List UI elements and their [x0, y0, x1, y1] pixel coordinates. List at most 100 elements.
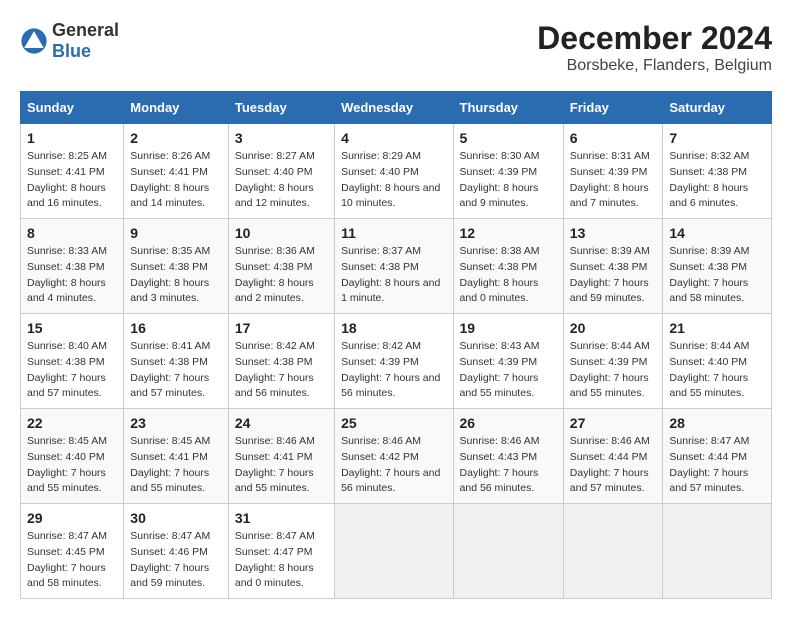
calendar-cell: 5 Sunrise: 8:30 AMSunset: 4:39 PMDayligh… — [453, 124, 563, 219]
calendar-cell: 1 Sunrise: 8:25 AMSunset: 4:41 PMDayligh… — [21, 124, 124, 219]
calendar-cell: 18 Sunrise: 8:42 AMSunset: 4:39 PMDaylig… — [335, 314, 453, 409]
logo-general: General — [52, 20, 119, 40]
day-number: 10 — [235, 225, 328, 241]
day-info: Sunrise: 8:35 AMSunset: 4:38 PMDaylight:… — [130, 245, 210, 304]
day-info: Sunrise: 8:30 AMSunset: 4:39 PMDaylight:… — [460, 150, 540, 209]
logo-blue: Blue — [52, 41, 91, 61]
day-info: Sunrise: 8:25 AMSunset: 4:41 PMDaylight:… — [27, 150, 107, 209]
day-number: 13 — [570, 225, 657, 241]
subtitle: Borsbeke, Flanders, Belgium — [537, 57, 772, 75]
day-info: Sunrise: 8:31 AMSunset: 4:39 PMDaylight:… — [570, 150, 650, 209]
day-info: Sunrise: 8:47 AMSunset: 4:44 PMDaylight:… — [669, 435, 749, 494]
logo-icon — [20, 27, 48, 55]
day-info: Sunrise: 8:40 AMSunset: 4:38 PMDaylight:… — [27, 340, 107, 399]
calendar-cell: 10 Sunrise: 8:36 AMSunset: 4:38 PMDaylig… — [228, 219, 334, 314]
day-info: Sunrise: 8:45 AMSunset: 4:41 PMDaylight:… — [130, 435, 210, 494]
day-number: 26 — [460, 415, 557, 431]
day-number: 3 — [235, 130, 328, 146]
calendar-week-5: 29 Sunrise: 8:47 AMSunset: 4:45 PMDaylig… — [21, 504, 772, 599]
calendar-cell: 9 Sunrise: 8:35 AMSunset: 4:38 PMDayligh… — [124, 219, 229, 314]
day-number: 6 — [570, 130, 657, 146]
day-info: Sunrise: 8:37 AMSunset: 4:38 PMDaylight:… — [341, 245, 440, 304]
calendar-cell: 8 Sunrise: 8:33 AMSunset: 4:38 PMDayligh… — [21, 219, 124, 314]
day-number: 17 — [235, 320, 328, 336]
day-number: 28 — [669, 415, 765, 431]
day-number: 30 — [130, 510, 222, 526]
col-monday: Monday — [124, 92, 229, 124]
calendar-cell: 25 Sunrise: 8:46 AMSunset: 4:42 PMDaylig… — [335, 409, 453, 504]
day-number: 7 — [669, 130, 765, 146]
logo: General Blue — [20, 20, 119, 62]
day-info: Sunrise: 8:46 AMSunset: 4:41 PMDaylight:… — [235, 435, 315, 494]
calendar-cell: 3 Sunrise: 8:27 AMSunset: 4:40 PMDayligh… — [228, 124, 334, 219]
col-saturday: Saturday — [663, 92, 772, 124]
calendar-cell: 23 Sunrise: 8:45 AMSunset: 4:41 PMDaylig… — [124, 409, 229, 504]
day-info: Sunrise: 8:26 AMSunset: 4:41 PMDaylight:… — [130, 150, 210, 209]
day-number: 31 — [235, 510, 328, 526]
calendar-cell: 16 Sunrise: 8:41 AMSunset: 4:38 PMDaylig… — [124, 314, 229, 409]
calendar-cell: 7 Sunrise: 8:32 AMSunset: 4:38 PMDayligh… — [663, 124, 772, 219]
col-sunday: Sunday — [21, 92, 124, 124]
calendar-cell: 11 Sunrise: 8:37 AMSunset: 4:38 PMDaylig… — [335, 219, 453, 314]
calendar-cell: 13 Sunrise: 8:39 AMSunset: 4:38 PMDaylig… — [563, 219, 663, 314]
main-title: December 2024 — [537, 20, 772, 57]
day-info: Sunrise: 8:39 AMSunset: 4:38 PMDaylight:… — [669, 245, 749, 304]
calendar-cell: 2 Sunrise: 8:26 AMSunset: 4:41 PMDayligh… — [124, 124, 229, 219]
day-info: Sunrise: 8:39 AMSunset: 4:38 PMDaylight:… — [570, 245, 650, 304]
day-info: Sunrise: 8:46 AMSunset: 4:43 PMDaylight:… — [460, 435, 540, 494]
calendar-week-1: 1 Sunrise: 8:25 AMSunset: 4:41 PMDayligh… — [21, 124, 772, 219]
day-number: 16 — [130, 320, 222, 336]
col-thursday: Thursday — [453, 92, 563, 124]
day-info: Sunrise: 8:46 AMSunset: 4:44 PMDaylight:… — [570, 435, 650, 494]
calendar-cell: 26 Sunrise: 8:46 AMSunset: 4:43 PMDaylig… — [453, 409, 563, 504]
calendar-cell: 6 Sunrise: 8:31 AMSunset: 4:39 PMDayligh… — [563, 124, 663, 219]
day-number: 4 — [341, 130, 446, 146]
calendar-cell: 12 Sunrise: 8:38 AMSunset: 4:38 PMDaylig… — [453, 219, 563, 314]
day-info: Sunrise: 8:32 AMSunset: 4:38 PMDaylight:… — [669, 150, 749, 209]
calendar-cell — [563, 504, 663, 599]
calendar-cell: 24 Sunrise: 8:46 AMSunset: 4:41 PMDaylig… — [228, 409, 334, 504]
calendar-table: Sunday Monday Tuesday Wednesday Thursday… — [20, 91, 772, 599]
day-number: 11 — [341, 225, 446, 241]
calendar-week-2: 8 Sunrise: 8:33 AMSunset: 4:38 PMDayligh… — [21, 219, 772, 314]
day-info: Sunrise: 8:38 AMSunset: 4:38 PMDaylight:… — [460, 245, 540, 304]
day-number: 14 — [669, 225, 765, 241]
day-number: 20 — [570, 320, 657, 336]
title-block: December 2024 Borsbeke, Flanders, Belgiu… — [537, 20, 772, 75]
day-info: Sunrise: 8:47 AMSunset: 4:46 PMDaylight:… — [130, 530, 210, 589]
calendar-week-3: 15 Sunrise: 8:40 AMSunset: 4:38 PMDaylig… — [21, 314, 772, 409]
day-info: Sunrise: 8:47 AMSunset: 4:45 PMDaylight:… — [27, 530, 107, 589]
day-number: 22 — [27, 415, 117, 431]
day-number: 18 — [341, 320, 446, 336]
day-number: 23 — [130, 415, 222, 431]
calendar-cell: 30 Sunrise: 8:47 AMSunset: 4:46 PMDaylig… — [124, 504, 229, 599]
calendar-cell: 21 Sunrise: 8:44 AMSunset: 4:40 PMDaylig… — [663, 314, 772, 409]
calendar-cell: 31 Sunrise: 8:47 AMSunset: 4:47 PMDaylig… — [228, 504, 334, 599]
col-tuesday: Tuesday — [228, 92, 334, 124]
page-header: General Blue December 2024 Borsbeke, Fla… — [20, 20, 772, 75]
day-number: 5 — [460, 130, 557, 146]
calendar-cell: 29 Sunrise: 8:47 AMSunset: 4:45 PMDaylig… — [21, 504, 124, 599]
day-info: Sunrise: 8:46 AMSunset: 4:42 PMDaylight:… — [341, 435, 440, 494]
col-friday: Friday — [563, 92, 663, 124]
calendar-cell: 4 Sunrise: 8:29 AMSunset: 4:40 PMDayligh… — [335, 124, 453, 219]
day-number: 21 — [669, 320, 765, 336]
calendar-header-row: Sunday Monday Tuesday Wednesday Thursday… — [21, 92, 772, 124]
day-number: 1 — [27, 130, 117, 146]
day-number: 15 — [27, 320, 117, 336]
day-number: 19 — [460, 320, 557, 336]
calendar-cell: 27 Sunrise: 8:46 AMSunset: 4:44 PMDaylig… — [563, 409, 663, 504]
day-info: Sunrise: 8:45 AMSunset: 4:40 PMDaylight:… — [27, 435, 107, 494]
day-number: 8 — [27, 225, 117, 241]
day-number: 2 — [130, 130, 222, 146]
calendar-cell — [453, 504, 563, 599]
day-info: Sunrise: 8:42 AMSunset: 4:39 PMDaylight:… — [341, 340, 440, 399]
calendar-cell: 28 Sunrise: 8:47 AMSunset: 4:44 PMDaylig… — [663, 409, 772, 504]
day-info: Sunrise: 8:43 AMSunset: 4:39 PMDaylight:… — [460, 340, 540, 399]
calendar-cell: 15 Sunrise: 8:40 AMSunset: 4:38 PMDaylig… — [21, 314, 124, 409]
calendar-cell: 22 Sunrise: 8:45 AMSunset: 4:40 PMDaylig… — [21, 409, 124, 504]
day-info: Sunrise: 8:42 AMSunset: 4:38 PMDaylight:… — [235, 340, 315, 399]
calendar-week-4: 22 Sunrise: 8:45 AMSunset: 4:40 PMDaylig… — [21, 409, 772, 504]
day-number: 24 — [235, 415, 328, 431]
day-info: Sunrise: 8:27 AMSunset: 4:40 PMDaylight:… — [235, 150, 315, 209]
